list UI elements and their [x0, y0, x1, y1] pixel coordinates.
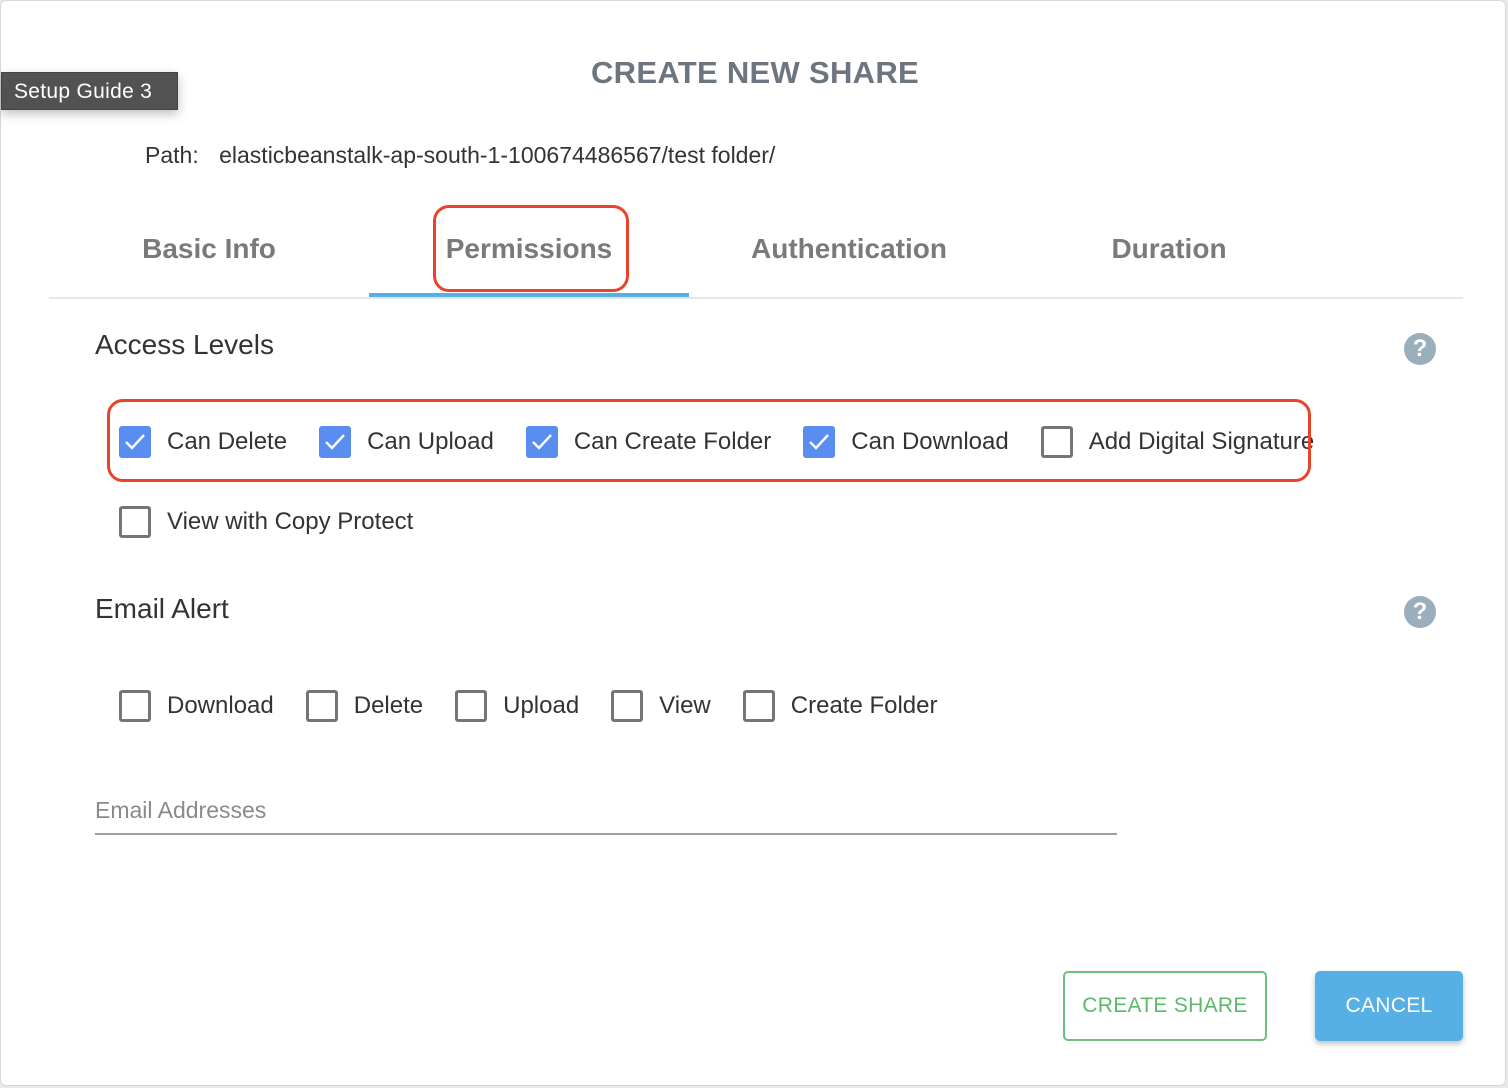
tab-authentication[interactable]: Authentication [689, 205, 1009, 297]
access-levels-row-2: View with Copy Protect [119, 506, 413, 538]
path-value: elasticbeanstalk-ap-south-1-100674486567… [219, 142, 776, 168]
access-levels-title: Access Levels [95, 329, 274, 360]
cancel-button[interactable]: CANCEL [1315, 971, 1463, 1041]
tab-bar: Basic Info Permissions Authentication Du… [49, 205, 1463, 299]
checkbox-alert-create-folder[interactable]: Create Folder [742, 690, 938, 722]
checkbox-box[interactable] [305, 690, 338, 722]
checkbox-box[interactable] [742, 690, 775, 722]
path-row: Path: elasticbeanstalk-ap-south-1-100674… [145, 142, 775, 169]
checkbox-label: Create Folder [790, 692, 938, 719]
checkbox-alert-view[interactable]: View [611, 690, 711, 722]
checkbox-box[interactable] [455, 690, 488, 722]
checkbox-box[interactable] [119, 506, 151, 538]
checkbox-label: Upload [503, 692, 580, 719]
checkbox-alert-upload[interactable]: Upload [455, 690, 579, 722]
checkbox-view-with-copy-protect[interactable]: View with Copy Protect [119, 506, 413, 538]
checkbox-alert-delete[interactable]: Delete [305, 690, 424, 722]
dialog-title: CREATE NEW SHARE [590, 55, 919, 90]
checkbox-box[interactable] [119, 690, 151, 722]
tab-basic-info[interactable]: Basic Info [49, 205, 369, 297]
check-icon [531, 434, 552, 450]
email-alert-help-icon[interactable]: ? [1404, 596, 1436, 628]
check-icon [125, 434, 145, 450]
email-alert-options-row: Download Delete Upload View Create Folde… [119, 690, 938, 722]
checkbox-label: Can Download [851, 428, 1009, 455]
create-share-button[interactable]: CREATE SHARE [1063, 971, 1267, 1041]
checkbox-can-delete[interactable]: Can Delete [119, 426, 287, 458]
checkbox-label: Download [167, 692, 274, 719]
path-label: Path: [145, 142, 199, 168]
tab-duration[interactable]: Duration [1009, 205, 1329, 297]
checkbox-box[interactable] [803, 426, 836, 458]
email-addresses-field[interactable] [95, 787, 1117, 835]
email-alert-title: Email Alert [95, 593, 229, 624]
tab-permissions[interactable]: Permissions [369, 205, 689, 297]
checkbox-can-download[interactable]: Can Download [803, 426, 1009, 458]
checkbox-label: Delete [353, 692, 424, 719]
checkbox-label: View with Copy Protect [167, 508, 414, 535]
setup-guide-badge: Setup Guide 3 [1, 72, 178, 110]
access-levels-row-1: Can Delete Can Upload Can Create Folder … [119, 426, 1314, 458]
checkbox-box[interactable] [319, 426, 352, 458]
checkbox-box[interactable] [525, 426, 558, 458]
checkbox-can-create-folder[interactable]: Can Create Folder [525, 426, 772, 458]
checkbox-box[interactable] [119, 426, 151, 458]
checkbox-alert-download[interactable]: Download [119, 690, 274, 722]
checkbox-label: Add Digital Signature [1088, 428, 1315, 455]
check-icon [809, 434, 830, 450]
checkbox-label: View [659, 692, 711, 719]
active-tab-indicator [369, 293, 689, 297]
checkbox-add-digital-signature[interactable]: Add Digital Signature [1040, 426, 1315, 458]
check-icon [325, 434, 345, 450]
checkbox-label: Can Create Folder [573, 428, 772, 455]
checkbox-can-upload[interactable]: Can Upload [319, 426, 494, 458]
email-addresses-input[interactable] [95, 787, 1117, 833]
create-share-dialog: Setup Guide 3 CREATE NEW SHARE Path: ela… [0, 0, 1506, 1086]
checkbox-box[interactable] [611, 690, 644, 722]
checkbox-box[interactable] [1040, 426, 1073, 458]
checkbox-label: Can Upload [367, 428, 494, 455]
checkbox-label: Can Delete [167, 428, 288, 455]
access-levels-help-icon[interactable]: ? [1404, 333, 1436, 365]
